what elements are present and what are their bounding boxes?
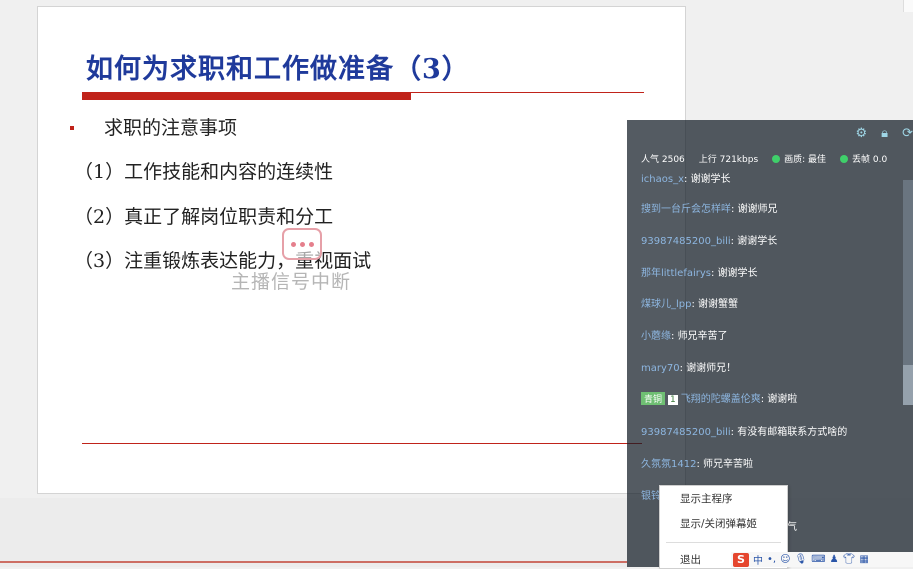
chat-message: 93987485200_bili: 谢谢学长 xyxy=(641,236,778,247)
upload-stat: 上行 721kbps xyxy=(698,155,759,165)
dropped-stat: 丢帧 0.0 xyxy=(852,155,888,165)
chat-message: mary70: 谢谢师兄！ xyxy=(641,363,737,374)
punctuation-icon[interactable]: •, xyxy=(767,554,776,565)
refresh-icon[interactable]: ⟳ xyxy=(902,126,913,141)
ime-mode-toggle[interactable]: 中 xyxy=(753,552,763,567)
chat-message: 青铜 1 飞翔的陀螺盖伦爽: 谢谢啦 xyxy=(641,390,797,405)
user-icon[interactable]: ♟ xyxy=(830,554,839,565)
chat-message: 那年littlefairys: 谢谢学长 xyxy=(641,268,758,279)
ime-toolbar: S 中 •, ☺ 🎙︎ ⌨ ♟ 👕︎ ▦ xyxy=(731,552,913,567)
lock-icon[interactable]: 🔒︎ xyxy=(881,126,888,141)
quality-stat: 画质: 最佳 xyxy=(784,155,827,165)
chat-message: 搜到一台斤会怎样咩: 谢谢师兄 xyxy=(641,204,778,215)
menu-item-show-main[interactable]: 显示主程序 xyxy=(680,491,733,506)
chat-toolbar: ⚙ 🔒︎ ⟳ xyxy=(856,126,913,141)
slide-title: 如何为求职和工作做准备（3） xyxy=(86,54,470,85)
signal-lost-icon xyxy=(282,228,322,260)
window-corner-button[interactable] xyxy=(903,0,913,12)
signal-lost-text: 主播信号中断 xyxy=(231,271,352,293)
chat-message: ichaos_x: 谢谢学长 xyxy=(641,174,731,185)
dropped-status-icon xyxy=(840,154,849,163)
title-underline-thick xyxy=(82,92,411,100)
chat-message: 银铃 xyxy=(641,491,661,502)
grid-icon[interactable]: ▦ xyxy=(859,554,868,565)
chat-message: 93987485200_bili: 有没有邮箱联系方式啥的 xyxy=(641,427,848,438)
chat-scrollbar-thumb[interactable] xyxy=(903,365,913,405)
keyboard-icon[interactable]: ⌨ xyxy=(811,554,825,565)
chat-scrollbar[interactable] xyxy=(903,180,913,390)
popularity-stat: 人气 2506 xyxy=(641,155,685,165)
slide-item-2: （2）真正了解岗位职责和分工 xyxy=(74,206,334,228)
bullet-icon xyxy=(70,126,74,130)
menu-item-toggle-danmaku[interactable]: 显示/关闭弹幕姬 xyxy=(680,516,757,531)
chat-footer-text: 气 xyxy=(787,522,797,533)
settings-icon[interactable]: ⚙ xyxy=(856,126,868,141)
fan-badge: 青铜 xyxy=(641,392,666,405)
menu-separator xyxy=(666,542,781,543)
slide-item-1: （1）工作技能和内容的连续性 xyxy=(74,161,334,183)
sogou-logo-icon[interactable]: S xyxy=(733,552,749,567)
title-underline-thin xyxy=(411,92,644,93)
chat-message: 小蘑缘: 师兄辛苦了 xyxy=(641,331,728,342)
mic-icon[interactable]: 🎙︎ xyxy=(795,554,808,565)
emoji-icon[interactable]: ☺ xyxy=(780,554,790,565)
quality-status-icon xyxy=(772,154,781,163)
bottom-accent-line xyxy=(0,561,627,563)
skin-icon[interactable]: 👕︎ xyxy=(843,554,856,565)
presentation-slide: 如何为求职和工作做准备（3） 求职的注意事项 （1）工作技能和内容的连续性 （2… xyxy=(37,6,686,494)
fan-badge-level: 1 xyxy=(668,395,678,405)
slide-bottom-rule xyxy=(82,443,642,444)
chat-message: 久氛氛1412: 师兄辛苦啦 xyxy=(641,459,754,470)
stream-stats: 人气 2506 上行 721kbps 画质: 最佳 丢帧 0.0 xyxy=(641,152,887,165)
chat-message: 煤球儿_lpp: 谢谢蟹蟹 xyxy=(641,299,739,310)
bullet-heading: 求职的注意事项 xyxy=(104,117,238,139)
menu-item-exit[interactable]: 退出 xyxy=(680,552,701,567)
